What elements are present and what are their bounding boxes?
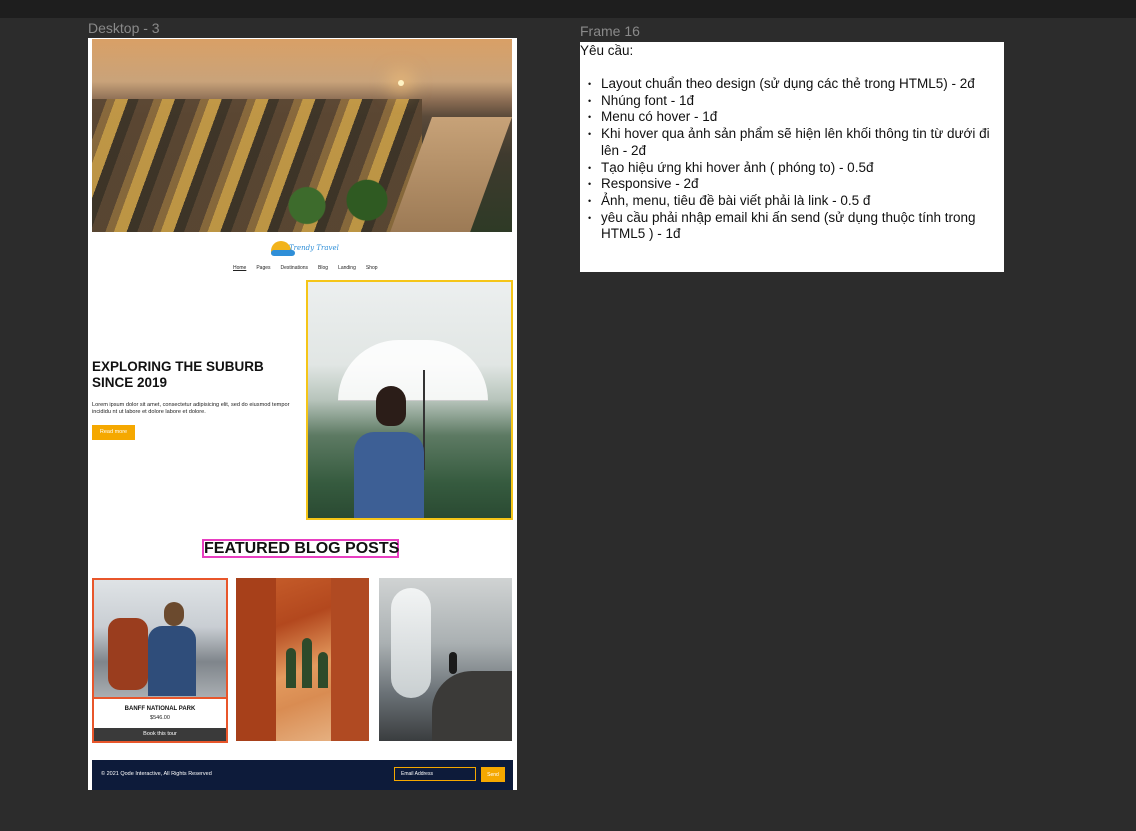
logo-text: Trendy Travel xyxy=(289,244,339,252)
requirement-item: yêu cầu phải nhập email khi ấn send (sử … xyxy=(588,210,1001,243)
top-toolbar xyxy=(0,0,1136,18)
hiker-head xyxy=(164,602,184,626)
card-price: $546.00 xyxy=(150,715,170,721)
requirement-item: Tạo hiệu ứng khi hover ảnh ( phóng to) -… xyxy=(588,160,1001,177)
desktop-frame[interactable]: Trendy Travel Home Pages Destinations Bl… xyxy=(88,38,517,790)
canyon-wall-right xyxy=(331,578,369,741)
hero-image[interactable] xyxy=(92,39,512,232)
banff-image[interactable] xyxy=(94,580,226,697)
blog-card-banff[interactable]: BANFF NATIONAL PARK $546.00 Book this to… xyxy=(92,578,228,743)
blog-card-canyon[interactable] xyxy=(236,578,369,741)
hero-heading: EXPLORING THE SUBURB SINCE 2019 xyxy=(92,359,264,390)
copyright-text: © 2021 Qode Interactive, All Rights Rese… xyxy=(101,771,212,777)
requirements-title: Yêu cầu: xyxy=(580,43,634,58)
hiker-body xyxy=(148,626,196,696)
card-info: BANFF NATIONAL PARK $546.00 xyxy=(94,697,226,728)
blog-card-waterfall[interactable] xyxy=(379,578,512,741)
requirements-frame[interactable]: Yêu cầu: Layout chuẩn theo design (sử dụ… xyxy=(580,42,1004,272)
card-title[interactable]: BANFF NATIONAL PARK xyxy=(94,706,226,712)
umbrella-shape xyxy=(338,340,488,401)
requirement-item: Ảnh, menu, tiêu đề bài viết phải là link… xyxy=(588,193,1001,210)
send-button[interactable]: Send xyxy=(481,767,505,782)
hero-sun xyxy=(398,80,404,86)
waterfall-shape xyxy=(391,588,431,698)
requirement-item: Responsive - 2đ xyxy=(588,176,1001,193)
requirement-item: Layout chuẩn theo design (sử dụng các th… xyxy=(588,76,1001,93)
nav-item-shop[interactable]: Shop xyxy=(366,265,378,271)
featured-title[interactable]: FEATURED BLOG POSTS xyxy=(202,539,399,558)
nav-item-destinations[interactable]: Destinations xyxy=(281,265,309,271)
hero-text: Lorem ipsum dolor sit amet, consectetur … xyxy=(92,402,290,415)
tree-shape xyxy=(318,652,328,688)
rock-shape xyxy=(432,671,512,741)
umbrella-woman-image[interactable] xyxy=(306,280,513,520)
requirement-item: Menu có hover - 1đ xyxy=(588,109,1001,126)
frame-16-label[interactable]: Frame 16 xyxy=(580,23,640,39)
nav-item-blog[interactable]: Blog xyxy=(318,265,328,271)
tree-shape xyxy=(302,638,312,688)
book-tour-button[interactable]: Book this tour xyxy=(94,728,226,741)
site-logo[interactable]: Trendy Travel xyxy=(271,239,339,261)
site-footer: © 2021 Qode Interactive, All Rights Rese… xyxy=(92,760,513,790)
person-shape xyxy=(449,652,457,674)
desktop-frame-label[interactable]: Desktop - 3 xyxy=(88,20,160,36)
read-more-button[interactable]: Read more xyxy=(92,425,135,440)
woman-body xyxy=(354,432,424,518)
woman-head xyxy=(376,386,406,426)
tree-shape xyxy=(286,648,296,688)
requirement-item: Khi hover qua ảnh sản phẩm sẽ hiện lên k… xyxy=(588,126,1001,159)
backpack-shape xyxy=(108,618,148,690)
requirements-list: Layout chuẩn theo design (sử dụng các th… xyxy=(588,76,1001,243)
nav-item-pages[interactable]: Pages xyxy=(256,265,270,271)
nav-item-home[interactable]: Home xyxy=(233,265,246,271)
email-input[interactable] xyxy=(394,767,476,781)
hero-trees xyxy=(262,179,412,232)
canyon-wall-left xyxy=(236,578,276,741)
main-nav: Home Pages Destinations Blog Landing Sho… xyxy=(233,265,378,271)
requirement-item: Nhúng font - 1đ xyxy=(588,93,1001,110)
nav-item-landing[interactable]: Landing xyxy=(338,265,356,271)
